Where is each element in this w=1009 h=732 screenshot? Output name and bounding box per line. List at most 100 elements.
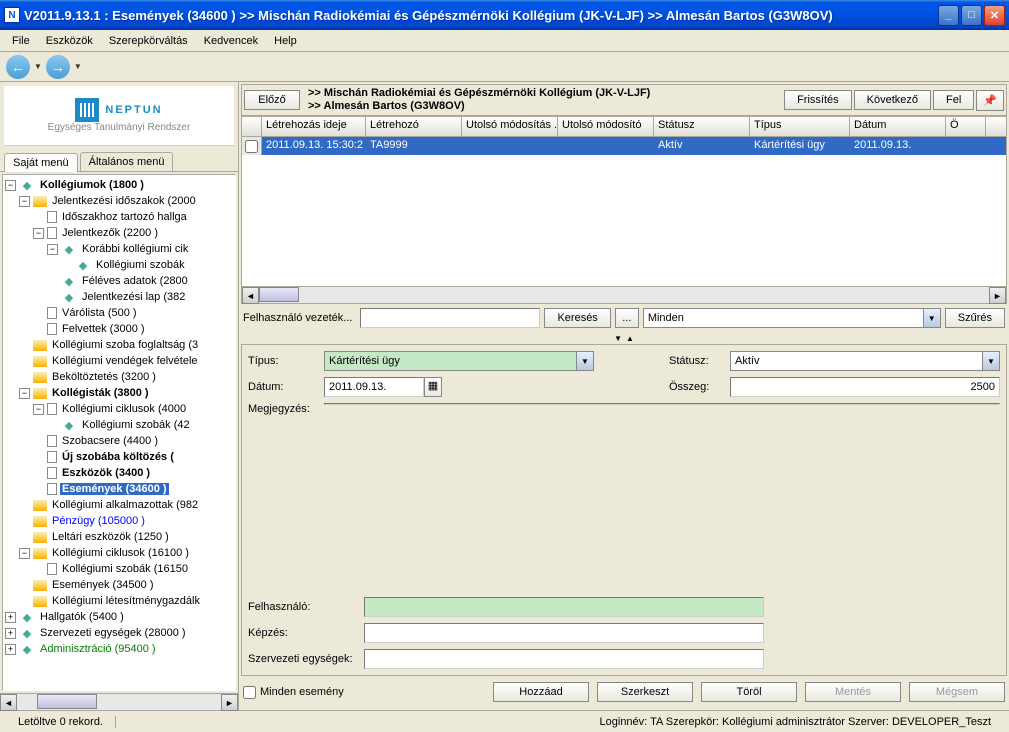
tree-node[interactable]: Kollégiumi létesítménygazdálk — [5, 593, 233, 609]
tab-general-menu[interactable]: Általános menü — [80, 152, 174, 171]
menu-roleswitch[interactable]: Szerepkörváltás — [101, 33, 196, 49]
tree-node[interactable]: +◆Adminisztráció (95400 ) — [5, 641, 233, 657]
grid-header-modifier[interactable]: Utolsó módosító — [558, 117, 654, 136]
edit-button[interactable]: Szerkeszt — [597, 682, 693, 702]
nav-forward-dropdown-icon[interactable]: ▼ — [74, 62, 82, 71]
prev-button[interactable]: Előző — [244, 90, 300, 110]
grid-header-type[interactable]: Típus — [750, 117, 850, 136]
tree-node[interactable]: Leltári eszközök (1250 ) — [5, 529, 233, 545]
menu-favorites[interactable]: Kedvencek — [196, 33, 266, 49]
tree-node[interactable]: Eszközök (3400 ) — [5, 465, 233, 481]
add-button[interactable]: Hozzáad — [493, 682, 589, 702]
filter-combo[interactable]: Minden ▼ — [643, 308, 941, 328]
close-button[interactable]: ✕ — [984, 5, 1005, 26]
menu-help[interactable]: Help — [266, 33, 305, 49]
tree-node[interactable]: Kollégiumi szoba foglaltság (3 — [5, 337, 233, 353]
delete-button[interactable]: Töröl — [701, 682, 797, 702]
chevron-down-icon[interactable]: ▼ — [982, 352, 999, 370]
expand-icon[interactable]: − — [33, 228, 44, 239]
tree-node[interactable]: +◆Hallgatók (5400 ) — [5, 609, 233, 625]
pin-button[interactable]: 📌 — [976, 90, 1004, 111]
chevron-down-icon[interactable]: ▼ — [576, 352, 593, 370]
tree-node[interactable]: −Jelentkezési időszakok (2000 — [5, 193, 233, 209]
expand-icon[interactable]: − — [33, 404, 44, 415]
expand-icon[interactable]: + — [5, 644, 16, 655]
calendar-icon[interactable]: ▦ — [424, 377, 442, 397]
tree-node[interactable]: Kollégiumi vendégek felvétele — [5, 353, 233, 369]
tree-node[interactable]: Események (34500 ) — [5, 577, 233, 593]
grid-header-checkbox[interactable] — [242, 117, 262, 136]
minimize-button[interactable]: _ — [938, 5, 959, 26]
kepzes-input[interactable] — [364, 623, 764, 643]
datum-input[interactable] — [324, 377, 424, 397]
tree-node[interactable]: −Jelentkezők (2200 ) — [5, 225, 233, 241]
menu-tools[interactable]: Eszközök — [38, 33, 101, 49]
grid-row-checkbox[interactable] — [242, 137, 262, 155]
grid-header-amount[interactable]: Ö — [946, 117, 986, 136]
grid-scroll-track[interactable] — [259, 287, 989, 303]
grid-header-created[interactable]: Létrehozás ideje — [262, 117, 366, 136]
tree-node[interactable]: ◆Kollégiumi szobák — [5, 257, 233, 273]
nav-back-button[interactable]: ← — [6, 55, 30, 79]
grid-header-status[interactable]: Státusz — [654, 117, 750, 136]
tree-node[interactable]: −Kollégiumi ciklusok (4000 — [5, 401, 233, 417]
expand-icon[interactable]: − — [19, 548, 30, 559]
osszeg-input[interactable] — [730, 377, 1000, 397]
megjegyzes-textarea[interactable] — [324, 403, 1000, 405]
nav-back-dropdown-icon[interactable]: ▼ — [34, 62, 42, 71]
tree-node[interactable]: Kollégiumi alkalmazottak (982 — [5, 497, 233, 513]
tab-own-menu[interactable]: Saját menü — [4, 153, 78, 172]
scroll-track[interactable] — [17, 694, 221, 710]
tree-node[interactable]: −◆Korábbi kollégiumi cik — [5, 241, 233, 257]
tree-node[interactable]: +◆Szervezeti egységek (28000 ) — [5, 625, 233, 641]
nav-forward-button[interactable]: → — [46, 55, 70, 79]
expand-icon[interactable]: + — [5, 628, 16, 639]
tree-node[interactable]: Felvettek (3000 ) — [5, 321, 233, 337]
expand-icon[interactable]: − — [19, 196, 30, 207]
tree-node[interactable]: −Kollégisták (3800 ) — [5, 385, 233, 401]
tree-node[interactable]: ◆Féléves adatok (2800 — [5, 273, 233, 289]
tree-node[interactable]: Új szobába költözés ( — [5, 449, 233, 465]
grid-header-creator[interactable]: Létrehozó — [366, 117, 462, 136]
statusz-combo[interactable]: Aktív ▼ — [730, 351, 1000, 371]
grid-hscrollbar[interactable]: ◄ ► — [242, 286, 1006, 303]
tree-node[interactable]: Várólista (500 ) — [5, 305, 233, 321]
save-button[interactable]: Mentés — [805, 682, 901, 702]
grid-row[interactable]: 2011.09.13. 15:30:2 TA9999 Aktív Kártérí… — [242, 137, 1006, 155]
scroll-right-icon[interactable]: ► — [221, 694, 238, 711]
filter-input[interactable] — [360, 308, 540, 328]
search-button[interactable]: Keresés — [544, 308, 610, 328]
all-events-checkbox[interactable]: Minden esemény — [243, 686, 344, 699]
szures-button[interactable]: Szűrés — [945, 308, 1005, 328]
cancel-button[interactable]: Mégsem — [909, 682, 1005, 702]
tree-node[interactable]: −◆Kollégiumok (1800 ) — [5, 177, 233, 193]
tree-node[interactable]: Szobacsere (4400 ) — [5, 433, 233, 449]
expand-icon[interactable]: − — [47, 244, 58, 255]
expand-icon[interactable]: + — [5, 612, 16, 623]
browse-button[interactable]: ... — [615, 308, 639, 328]
up-button[interactable]: Fel — [933, 90, 974, 110]
tree-node[interactable]: Kollégiumi szobák (16150 — [5, 561, 233, 577]
next-button[interactable]: Következő — [854, 90, 931, 110]
tipus-combo[interactable]: Kártérítési ügy ▼ — [324, 351, 594, 371]
tree-node[interactable]: Beköltöztetés (3200 ) — [5, 369, 233, 385]
grid-header-modified[interactable]: Utolsó módosítás ... — [462, 117, 558, 136]
expand-icon[interactable]: − — [5, 180, 16, 191]
chevron-down-icon[interactable]: ▼ — [923, 309, 940, 327]
grid-scroll-left-icon[interactable]: ◄ — [242, 287, 259, 304]
grid-scroll-right-icon[interactable]: ► — [989, 287, 1006, 304]
menu-file[interactable]: File — [4, 33, 38, 49]
tree-node[interactable]: ◆Jelentkezési lap (382 — [5, 289, 233, 305]
tree-node[interactable]: Időszakhoz tartozó hallga — [5, 209, 233, 225]
tree-node[interactable]: Pénzügy (105000 ) — [5, 513, 233, 529]
grid-scroll-thumb[interactable] — [259, 287, 299, 302]
scroll-thumb[interactable] — [37, 694, 97, 709]
tree-node[interactable]: ◆Kollégiumi szobák (42 — [5, 417, 233, 433]
refresh-button[interactable]: Frissítés — [784, 90, 852, 110]
splitter[interactable]: ▼ ▲ — [241, 332, 1007, 344]
scroll-left-icon[interactable]: ◄ — [0, 694, 17, 711]
felhasznalo-input[interactable] — [364, 597, 764, 617]
nav-tree[interactable]: −◆Kollégiumok (1800 )−Jelentkezési idősz… — [2, 174, 236, 691]
szervezeti-input[interactable] — [364, 649, 764, 669]
grid-header-date[interactable]: Dátum — [850, 117, 946, 136]
